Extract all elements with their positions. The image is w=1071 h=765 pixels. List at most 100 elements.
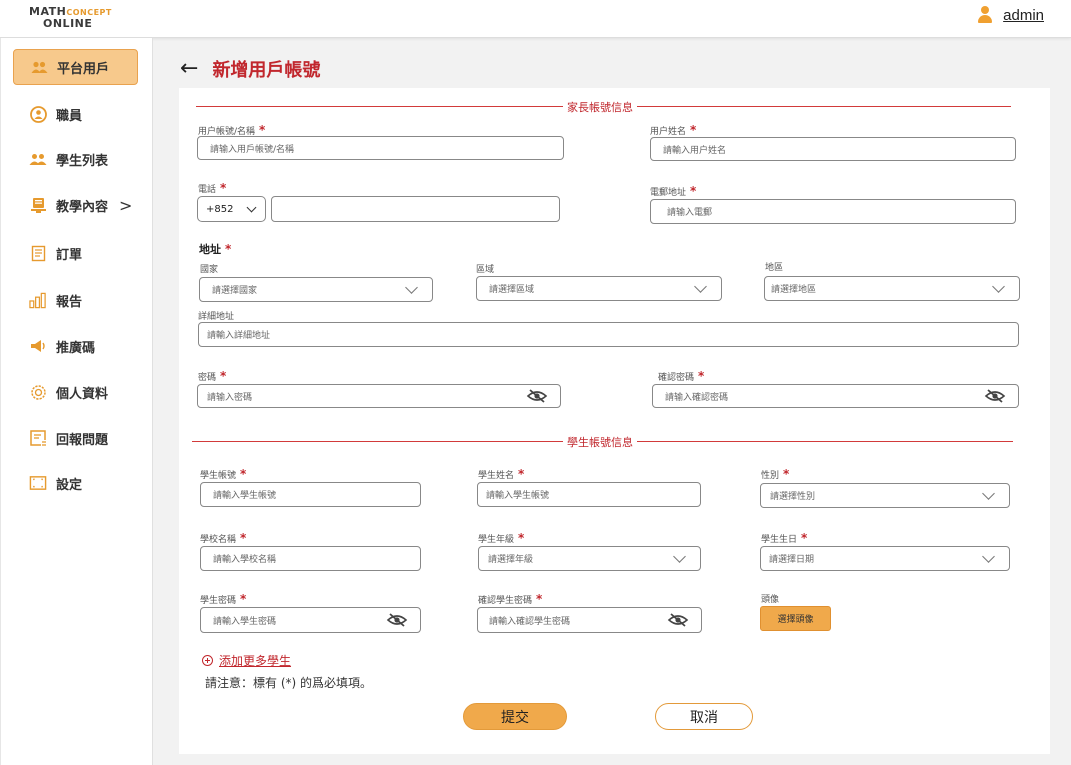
user-menu[interactable]: admin — [977, 6, 1044, 24]
email-input[interactable]: 請输入電郵 — [650, 199, 1016, 224]
sidebar-item-settings[interactable]: 設定 — [13, 465, 138, 501]
settings-icon — [29, 474, 47, 492]
eye-slash-icon[interactable] — [386, 613, 408, 627]
user-icon — [977, 6, 993, 24]
grade-select[interactable]: 請選擇年級 — [478, 546, 701, 571]
chevron-down-icon — [694, 279, 707, 293]
sidebar-item-promo-code[interactable]: 推廣碼 — [13, 328, 138, 364]
staff-icon — [29, 105, 47, 123]
sidebar-item-teaching-content[interactable]: 教學內容 > — [13, 187, 138, 223]
parent-account-input[interactable]: 請输入用戶帳號/名稱 — [197, 136, 564, 160]
password-input[interactable]: 請输入密碼 — [197, 384, 561, 408]
address-label: 地址 * — [199, 242, 232, 256]
sidebar-item-label: 學生列表 — [56, 153, 109, 169]
gender-select[interactable]: 請選擇性別 — [760, 483, 1010, 508]
eye-slash-icon[interactable] — [526, 389, 548, 403]
sidebar-item-orders[interactable]: 訂單 — [13, 235, 138, 271]
chevron-down-icon — [982, 486, 995, 500]
student-account-label: 學生帳號 * — [200, 467, 247, 481]
phone-country-code-select[interactable]: +852 — [197, 196, 266, 222]
sidebar-item-platform-users[interactable]: 平台用戶 — [13, 49, 138, 85]
feedback-icon — [29, 429, 47, 447]
student-confirm-password-input[interactable]: 請輸入確認學生密碼 — [477, 607, 702, 633]
student-password-input[interactable]: 請輸入學生密碼 — [200, 607, 421, 633]
confirm-password-input[interactable]: 請输入確認密碼 — [652, 384, 1019, 408]
add-more-students-link[interactable]: 添加更多學生 — [202, 652, 291, 669]
sidebar-item-label: 回報問題 — [56, 432, 109, 448]
parent-section-title: 家長帳號信息 — [563, 99, 637, 115]
student-name-label: 學生姓名 * — [478, 467, 525, 481]
orders-icon — [29, 244, 47, 262]
report-icon — [29, 291, 47, 309]
eye-slash-icon[interactable] — [667, 613, 689, 627]
region-select[interactable]: 請選擇區域 — [476, 276, 722, 301]
sidebar-item-label: 平台用戶 — [57, 61, 110, 77]
gender-label: 性別 * — [761, 467, 790, 481]
required-note: 請注意：標有 (*) 的爲必填項。 — [205, 676, 372, 690]
student-password-label: 學生密碼 * — [200, 592, 247, 606]
birthday-select[interactable]: 請選擇日期 — [760, 546, 1010, 571]
sidebar-item-label: 教學內容 — [56, 199, 109, 215]
sidebar-item-label: 職員 — [56, 108, 83, 124]
birthday-label: 學生生日 * — [761, 531, 808, 545]
student-section-title: 學生帳號信息 — [563, 434, 637, 450]
page-header: ← 新增用戶帳號 — [180, 56, 320, 82]
teaching-icon — [29, 196, 47, 214]
email-label: 電郵地址 * — [650, 184, 697, 198]
country-label: 國家 — [200, 265, 219, 275]
logo-text-online: ONLINE — [43, 17, 93, 30]
detail-address-label: 詳細地址 — [198, 312, 235, 322]
chevron-right-icon: > — [119, 195, 133, 215]
avatar-label: 頭像 — [761, 595, 780, 605]
detail-address-input[interactable]: 請輸入詳細地址 — [198, 322, 1019, 347]
submit-button[interactable]: 提交 — [463, 703, 567, 730]
students-icon — [29, 150, 47, 168]
sidebar-item-profile[interactable]: 個人資料 — [13, 374, 138, 410]
sidebar-item-label: 報告 — [56, 294, 83, 310]
district-select[interactable]: 請選擇地區 — [764, 276, 1020, 301]
user-name-link[interactable]: admin — [1003, 7, 1044, 24]
confirm-password-label: 確認密碼 * — [658, 369, 705, 383]
back-arrow-icon[interactable]: ← — [180, 58, 198, 80]
parent-name-input[interactable]: 請輸入用户姓名 — [650, 137, 1016, 161]
add-more-students-label: 添加更多學生 — [219, 654, 292, 668]
school-input[interactable]: 請輸入學校名稱 — [200, 546, 421, 571]
plus-circle-icon — [202, 655, 213, 666]
chevron-down-icon — [405, 280, 418, 294]
cancel-button[interactable]: 取消 — [655, 703, 753, 730]
sidebar: 平台用戶 職員 學生列表 教學內容 > 訂單 報告 推廣碼 個人資料 回報問題 … — [0, 38, 153, 765]
region-label: 區域 — [476, 265, 495, 275]
sidebar-item-label: 推廣碼 — [56, 340, 96, 356]
account-label: 用户帳號/名稱 * — [198, 123, 266, 137]
eye-slash-icon[interactable] — [984, 389, 1006, 403]
student-confirm-password-label: 確認學生密碼 * — [478, 592, 543, 606]
profile-gear-icon — [29, 383, 47, 401]
logo-text-concept: CONCEPT — [66, 8, 112, 17]
grade-label: 學生年級 * — [478, 531, 525, 545]
district-label: 地區 — [765, 263, 784, 273]
school-label: 學校名稱 * — [200, 531, 247, 545]
choose-avatar-button[interactable]: 選擇頭像 — [760, 606, 831, 631]
form-card: 家長帳號信息 用户帳號/名稱 * 請输入用戶帳號/名稱 用户姓名 * 請輸入用户姓名… — [179, 88, 1050, 754]
sidebar-item-label: 個人資料 — [56, 386, 109, 402]
chevron-down-icon — [246, 202, 257, 213]
student-account-input[interactable]: 請輸入學生帳號 — [200, 482, 421, 507]
sidebar-item-label: 設定 — [56, 477, 83, 493]
phone-label: 電話 * — [198, 181, 227, 195]
phone-number-input[interactable] — [271, 196, 560, 222]
app-logo[interactable]: MATHCONCEPT ONLINE — [29, 6, 112, 29]
chevron-down-icon — [992, 279, 1005, 293]
top-header: MATHCONCEPT ONLINE admin — [0, 0, 1071, 38]
password-label: 密碼 * — [198, 369, 227, 383]
sidebar-item-staff[interactable]: 職員 — [13, 96, 138, 132]
page-title: 新增用戶帳號 — [212, 60, 321, 81]
country-select[interactable]: 請選擇國家 — [199, 277, 433, 302]
megaphone-icon — [29, 337, 47, 355]
chevron-down-icon — [982, 549, 995, 563]
student-name-input[interactable]: 請輸入學生帳號 — [477, 482, 701, 507]
sidebar-item-feedback[interactable]: 回報問題 — [13, 420, 138, 456]
sidebar-item-students[interactable]: 學生列表 — [13, 141, 138, 177]
sidebar-item-report[interactable]: 報告 — [13, 282, 138, 318]
sidebar-item-label: 訂單 — [56, 247, 83, 263]
users-icon — [30, 58, 48, 76]
